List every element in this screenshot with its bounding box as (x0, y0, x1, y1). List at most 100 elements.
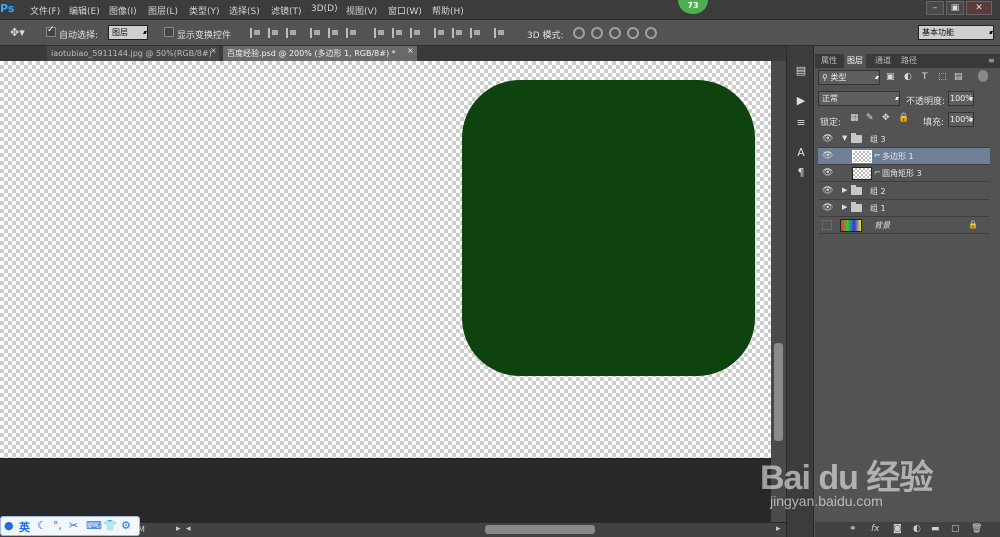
filter-smartobject-icon[interactable]: ▤ (954, 72, 963, 82)
visibility-toggle-empty[interactable] (822, 220, 832, 230)
align-hcenter-icon[interactable] (328, 28, 338, 38)
delete-layer-icon[interactable]: 🗑 (971, 524, 982, 534)
vertical-scrollbar-thumb[interactable] (774, 343, 783, 441)
distribute-top-icon[interactable] (374, 28, 384, 38)
group-expand-chevron-icon[interactable]: ▶ (842, 186, 847, 194)
align-vcenter-icon[interactable] (268, 28, 278, 38)
horizontal-scrollbar-thumb[interactable] (485, 525, 595, 534)
tab-close-icon[interactable]: × (407, 46, 414, 55)
menu-help[interactable]: 帮助(H) (432, 4, 464, 17)
3d-scale-icon[interactable] (645, 27, 657, 39)
character-panel-icon[interactable]: A (794, 146, 808, 160)
ime-logo-icon[interactable]: ● (4, 519, 14, 532)
new-layer-icon[interactable]: ▢ (951, 524, 960, 534)
layer-row[interactable]: 👁 ▶ 组 1 (818, 200, 990, 217)
new-group-icon[interactable]: ▬ (931, 524, 940, 534)
align-top-icon[interactable] (250, 28, 260, 38)
lock-all-icon[interactable]: 🔒 (898, 113, 909, 123)
layer-row[interactable]: 👁 ▶ 组 2 (818, 183, 990, 200)
status-menu-arrow-icon[interactable]: ▸ (176, 524, 181, 534)
tab-paths[interactable]: 路径 (898, 54, 920, 68)
adjustment-layer-icon[interactable]: ◐ (913, 524, 921, 534)
distribute-right-icon[interactable] (470, 28, 480, 38)
ime-skin-icon[interactable]: 👕 (103, 519, 117, 532)
menu-layer[interactable]: 图层(L) (148, 4, 178, 17)
tab-properties[interactable]: 属性 (818, 54, 840, 68)
visibility-eye-icon[interactable]: 👁 (822, 168, 833, 178)
restore-button[interactable]: ▣ (946, 1, 964, 15)
filter-toggle-switch[interactable] (978, 70, 988, 82)
3d-drag-icon[interactable] (609, 27, 621, 39)
distribute-hcenter-icon[interactable] (452, 28, 462, 38)
fx-icon[interactable]: fx (871, 524, 880, 534)
visibility-eye-icon[interactable]: 👁 (822, 186, 833, 196)
scroll-left-icon[interactable]: ◂ (186, 524, 191, 534)
add-mask-icon[interactable]: ◙ (893, 524, 902, 534)
scroll-right-icon[interactable]: ▸ (776, 524, 781, 534)
layer-row[interactable]: 背景 🔒 (818, 217, 990, 234)
link-layers-icon[interactable]: ⚭ (849, 524, 857, 534)
toolbox-header[interactable] (0, 46, 47, 61)
layer-row[interactable]: 👁 ▼ 组 3 (818, 131, 990, 148)
align-right-icon[interactable] (346, 28, 356, 38)
close-button[interactable]: ✕ (966, 1, 992, 15)
visibility-eye-icon[interactable]: 👁 (822, 203, 833, 213)
history-panel-icon[interactable]: ▤ (794, 64, 808, 78)
auto-select-checkbox[interactable] (46, 25, 56, 37)
filter-type-icon[interactable]: T (922, 72, 928, 82)
lock-position-icon[interactable]: ✥ (882, 113, 890, 123)
lock-transparency-icon[interactable]: ▦ (850, 113, 859, 123)
filter-shape-icon[interactable]: ⬚ (938, 72, 947, 82)
ime-lang-toggle[interactable]: 英 (19, 519, 30, 535)
actions-panel-icon[interactable]: ▶ (794, 94, 808, 108)
tab-layers[interactable]: 图层 (844, 54, 866, 68)
3d-roll-icon[interactable] (591, 27, 603, 39)
filter-adjustment-icon[interactable]: ◐ (904, 72, 912, 82)
menu-type[interactable]: 类型(Y) (189, 4, 220, 17)
tab-baidu-jingyan[interactable]: 百度经验.psd @ 200% (多边形 1, RGB/8#) * (223, 46, 417, 61)
menu-window[interactable]: 窗口(W) (388, 4, 422, 17)
visibility-eye-icon[interactable]: 👁 (822, 151, 833, 161)
align-bottom-icon[interactable] (286, 28, 296, 38)
align-left-icon[interactable] (310, 28, 320, 38)
tab-channels[interactable]: 通道 (872, 54, 894, 68)
layer-filter-dropdown[interactable]: ⚲ 类型 (818, 70, 880, 85)
fill-input[interactable]: 100% (948, 112, 974, 127)
menu-select[interactable]: 选择(S) (229, 4, 260, 17)
blend-mode-dropdown[interactable]: 正常 (818, 91, 900, 106)
group-expand-chevron-icon[interactable]: ▼ (842, 134, 847, 142)
workspace-dropdown[interactable]: 基本功能 (918, 25, 994, 40)
filter-pixel-icon[interactable]: ▣ (886, 72, 895, 82)
menu-edit[interactable]: 编辑(E) (69, 4, 100, 17)
opacity-input[interactable]: 100% (948, 91, 974, 106)
menu-3d[interactable]: 3D(D) (311, 4, 338, 14)
visibility-eye-icon[interactable]: 👁 (822, 134, 833, 144)
distribute-bottom-icon[interactable] (410, 28, 420, 38)
ime-keyboard-icon[interactable]: ⌨ (86, 519, 102, 532)
notification-badge[interactable]: 73 (678, 0, 708, 14)
distribute-vcenter-icon[interactable] (392, 28, 402, 38)
menu-filter[interactable]: 滤镜(T) (271, 4, 302, 17)
rounded-rectangle-shape[interactable] (462, 80, 755, 376)
3d-slide-icon[interactable] (627, 27, 639, 39)
lock-pixels-icon[interactable]: ✎ (866, 113, 874, 123)
paragraph-panel-icon[interactable]: ¶ (794, 166, 808, 180)
minimize-button[interactable]: – (926, 1, 944, 15)
3d-rotate-icon[interactable] (573, 27, 585, 39)
auto-select-target-dropdown[interactable]: 图层 (108, 25, 148, 40)
ime-scissors-icon[interactable]: ✂ (69, 519, 78, 532)
menu-view[interactable]: 视图(V) (346, 4, 377, 17)
panel-menu-icon[interactable]: ≡ (985, 54, 998, 68)
adjustments-panel-icon[interactable]: ≡ (794, 116, 808, 130)
ime-punctuation-icon[interactable]: °, (53, 519, 62, 532)
move-tool-preset-icon[interactable]: ✥▾ (10, 26, 25, 39)
tab-close-icon[interactable]: × (210, 46, 217, 55)
distribute-left-icon[interactable] (434, 28, 444, 38)
ime-settings-icon[interactable]: ⚙ (121, 519, 131, 532)
layer-row[interactable]: 👁 ⌐ 圆角矩形 3 (818, 165, 990, 182)
menu-file[interactable]: 文件(F) (30, 4, 60, 17)
group-expand-chevron-icon[interactable]: ▶ (842, 203, 847, 211)
ime-moon-icon[interactable]: ☾ (37, 519, 47, 532)
menu-image[interactable]: 图像(I) (109, 4, 137, 17)
auto-align-icon[interactable] (494, 28, 504, 38)
